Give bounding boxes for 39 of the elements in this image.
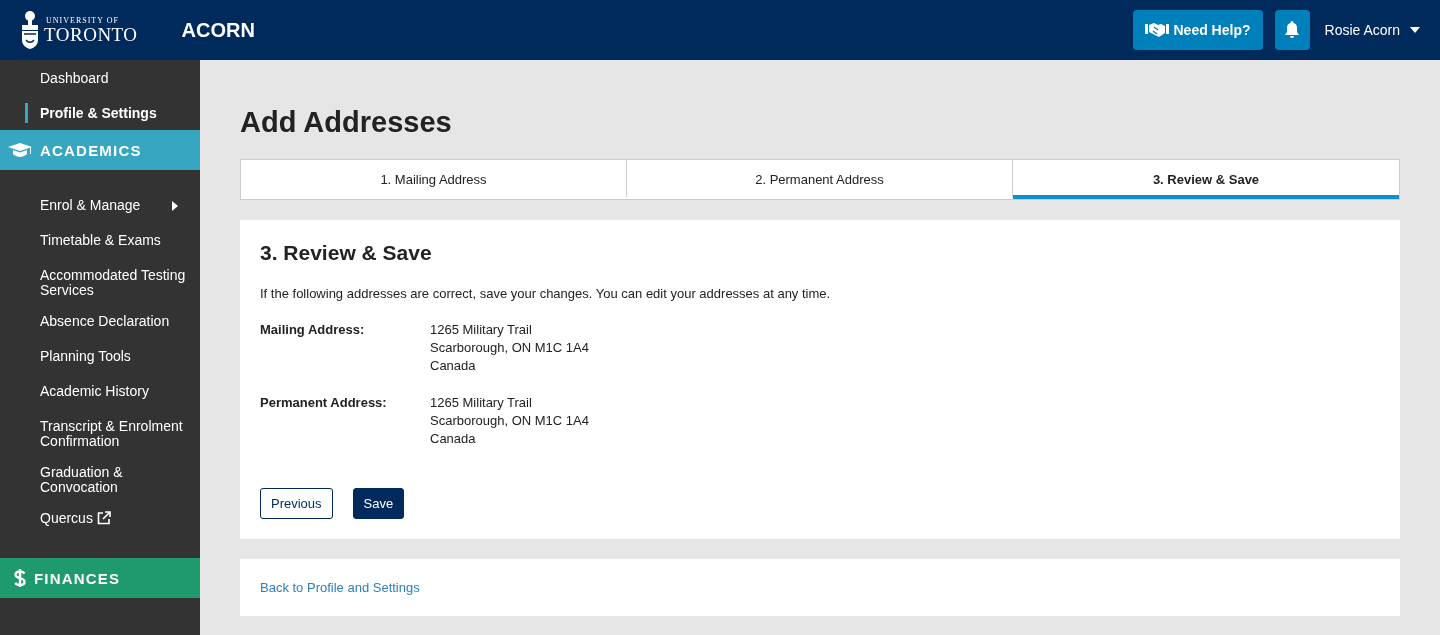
caret-right-icon [172, 201, 178, 211]
sidebar-item[interactable]: Planning Tools [0, 341, 200, 376]
sidebar-item[interactable]: Transcript & Enrolment Confirmation [0, 411, 200, 457]
step-tab[interactable]: 2. Permanent Address [627, 160, 1013, 199]
caret-icon [1410, 27, 1420, 33]
previous-button[interactable]: Previous [260, 488, 333, 519]
handshake-icon [1144, 22, 1169, 38]
sidebar-item[interactable]: Absence Declaration [0, 306, 200, 341]
address-value: 1265 Military Trail Scarborough, ON M1C 1A4 Canada [430, 394, 590, 448]
logo-text: TORONTO [44, 24, 138, 44]
step-tab[interactable]: 1. Mailing Address [241, 160, 627, 199]
graduation-cap-icon [8, 143, 32, 157]
address-label: Permanent Address: [260, 394, 388, 412]
address-value: 1265 Military Trail Scarborough, ON M1C 1A4 Canada [430, 321, 590, 375]
sidebar-item[interactable]: Profile & Settings [0, 95, 200, 130]
sidebar-item[interactable]: Academic History [0, 376, 200, 411]
sidebar-item[interactable]: Timetable & Exams [0, 225, 200, 260]
page-title: Add Addresses [240, 105, 453, 140]
card-heading: 3. Review & Save [260, 240, 433, 266]
step-tab[interactable]: 3. Review & Save [1013, 160, 1399, 199]
sidebar-item[interactable]: Accommodated Testing Services [0, 260, 200, 306]
external-link-icon [96, 511, 111, 525]
bell-icon [1284, 21, 1300, 39]
sidebar-item[interactable]: Enrol & Manage [0, 190, 200, 225]
app-title: ACORN [181, 18, 255, 42]
crest-icon [20, 10, 40, 50]
help-button[interactable]: Need Help? [1132, 10, 1263, 50]
sidebar-item[interactable]: Quercus [0, 503, 200, 538]
save-button[interactable]: Save [352, 488, 405, 519]
address-label: Mailing Address: [260, 321, 366, 339]
logo-text: UNIVERSITY OF [45, 16, 120, 25]
intro-text: If the following addresses are correct, save your changes. You can edit your addresses at any time. [260, 286, 832, 301]
sidebar-item[interactable]: Graduation & Convocation [0, 457, 200, 503]
back-link[interactable]: Back to Profile and Settings [260, 580, 420, 595]
dollar-icon [14, 568, 26, 588]
user-menu[interactable]: Rosie Acorn [1324, 22, 1420, 38]
section-header[interactable]: FINANCES [0, 558, 200, 598]
notifications-button[interactable] [1274, 10, 1310, 50]
sidebar-item[interactable]: Dashboard [0, 60, 200, 95]
